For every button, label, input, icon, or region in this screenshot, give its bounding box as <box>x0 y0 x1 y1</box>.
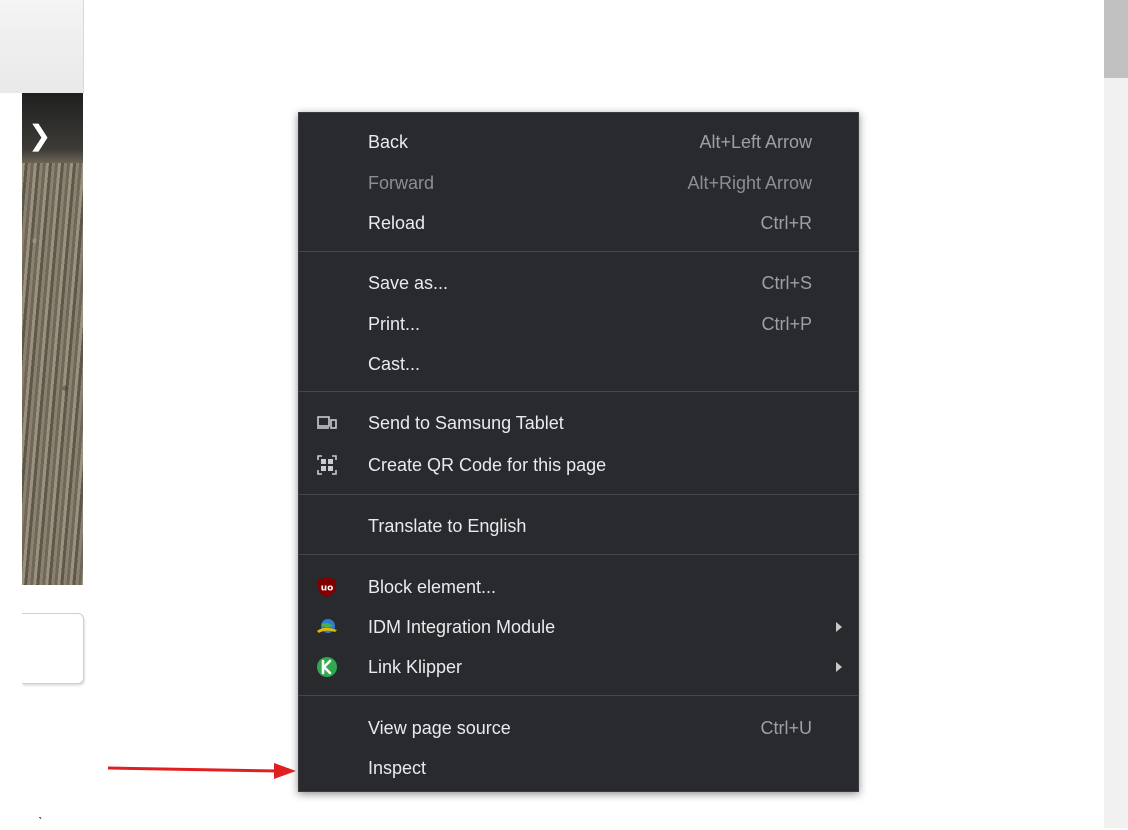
menu-item-block-element[interactable]: uo Block element... <box>299 567 858 607</box>
menu-separator <box>299 494 858 495</box>
menu-item-label: Save as... <box>368 273 449 293</box>
menu-item-shortcut: Ctrl+S <box>761 273 812 293</box>
annotation-arrow-icon <box>107 763 296 779</box>
page-top-strip <box>0 0 84 93</box>
menu-item-view-source[interactable]: View page source Ctrl+U <box>299 708 858 748</box>
link-klipper-icon <box>317 657 337 677</box>
carousel-next-icon[interactable]: ❯ <box>28 122 51 150</box>
menu-item-label: Create QR Code for this page <box>368 455 607 475</box>
svg-text:uo: uo <box>321 584 334 594</box>
menu-item-label: IDM Integration Module <box>368 617 556 637</box>
menu-separator <box>299 391 858 392</box>
ublock-shield-icon: uo <box>318 577 336 597</box>
qr-code-icon <box>317 455 337 475</box>
menu-item-label: View page source <box>368 718 511 738</box>
devices-icon <box>317 416 337 429</box>
menu-separator <box>299 251 858 252</box>
menu-item-shortcut: Ctrl+P <box>761 314 812 334</box>
menu-item-shortcut: Alt+Right Arrow <box>687 173 812 193</box>
page-scrollbar-track[interactable] <box>1104 0 1128 828</box>
menu-item-translate[interactable]: Translate to English <box>299 506 858 546</box>
menu-item-label: Back <box>368 132 409 152</box>
menu-item-forward: Forward Alt+Right Arrow <box>299 163 858 203</box>
menu-item-label: Print... <box>368 314 421 334</box>
menu-item-print[interactable]: Print... Ctrl+P <box>299 304 858 344</box>
page-input-box[interactable] <box>22 613 84 684</box>
menu-item-reload[interactable]: Reload Ctrl+R <box>299 203 858 243</box>
menu-item-send-to-device[interactable]: Send to Samsung Tablet <box>299 403 858 443</box>
menu-item-back[interactable]: Back Alt+Left Arrow <box>299 122 858 162</box>
idm-globe-icon <box>317 619 337 633</box>
menu-item-label: Reload <box>368 213 426 233</box>
hero-image <box>22 93 83 585</box>
menu-separator <box>299 554 858 555</box>
menu-separator <box>299 695 858 696</box>
menu-item-label: Link Klipper <box>368 657 463 677</box>
menu-item-shortcut: Ctrl+R <box>760 213 812 233</box>
menu-item-link-klipper[interactable]: Link Klipper <box>299 647 858 687</box>
menu-item-label: Cast... <box>368 354 421 374</box>
menu-item-cast[interactable]: Cast... <box>299 344 858 384</box>
menu-item-label: Block element... <box>368 577 497 597</box>
submenu-arrow-icon <box>836 622 842 632</box>
menu-item-create-qr[interactable]: Create QR Code for this page <box>299 445 858 485</box>
menu-item-label: Inspect <box>368 758 427 778</box>
context-menu: Back Alt+Left Arrow Forward Alt+Right Ar… <box>298 112 859 792</box>
menu-item-save-as[interactable]: Save as... Ctrl+S <box>299 263 858 303</box>
menu-item-label: Translate to English <box>368 516 527 536</box>
menu-item-idm[interactable]: IDM Integration Module <box>299 607 858 647</box>
menu-item-shortcut: Alt+Left Arrow <box>699 132 812 152</box>
page-scrollbar-thumb[interactable] <box>1104 0 1128 78</box>
menu-item-shortcut: Ctrl+U <box>760 718 812 738</box>
menu-item-label: Send to Samsung Tablet <box>368 413 564 433</box>
menu-item-inspect[interactable]: Inspect <box>299 748 858 788</box>
submenu-arrow-icon <box>836 662 842 672</box>
menu-item-label: Forward <box>368 173 435 193</box>
